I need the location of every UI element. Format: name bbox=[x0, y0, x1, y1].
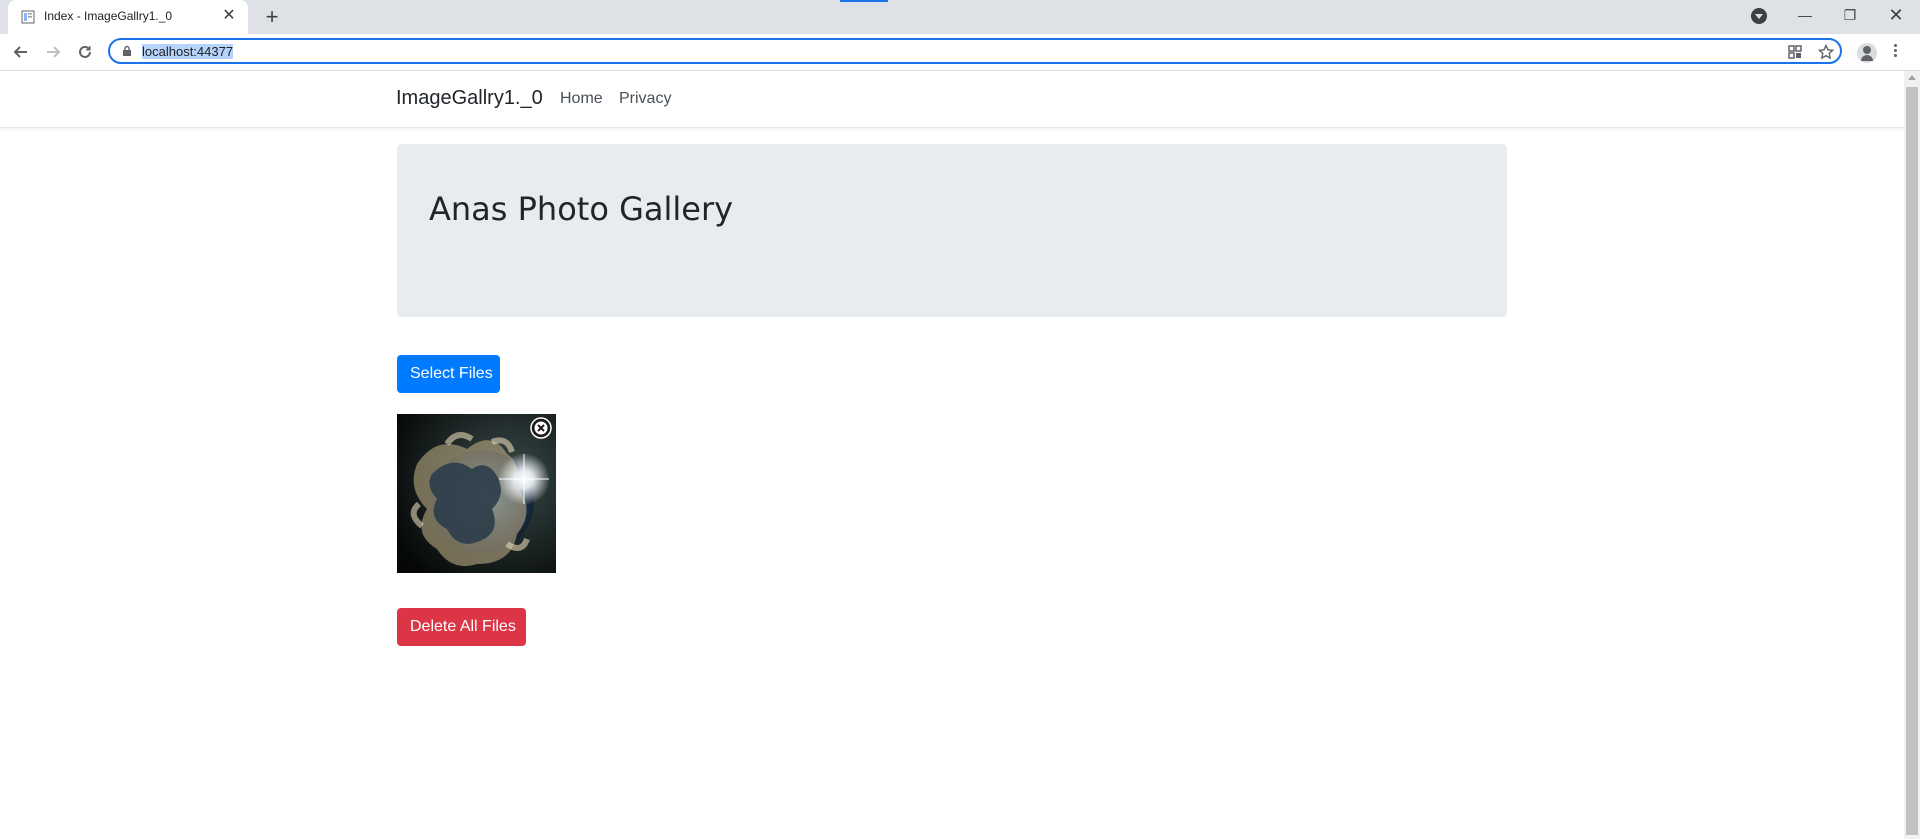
page-scrollbar[interactable] bbox=[1904, 71, 1920, 839]
back-icon[interactable] bbox=[9, 40, 33, 64]
navbar-brand[interactable]: ImageGallry1._0 bbox=[396, 87, 543, 110]
scroll-up-icon[interactable] bbox=[1908, 75, 1916, 80]
browser-tab-strip: Index - ImageGallry1._0 ✕ + — ❐ ✕ bbox=[0, 0, 1920, 34]
new-tab-icon[interactable]: + bbox=[260, 6, 284, 30]
select-files-button[interactable]: Select Files bbox=[397, 355, 500, 393]
tab-search-icon[interactable] bbox=[1751, 8, 1767, 24]
lock-icon[interactable] bbox=[122, 45, 132, 57]
restore-icon[interactable]: ❐ bbox=[1830, 0, 1870, 30]
jumbotron: Anas Photo Gallery bbox=[397, 144, 1507, 317]
remove-image-icon[interactable] bbox=[530, 417, 552, 439]
page-title: Anas Photo Gallery bbox=[429, 190, 734, 228]
site-navbar: ImageGallry1._0 Home Privacy bbox=[0, 71, 1904, 128]
reload-icon[interactable] bbox=[73, 40, 97, 64]
forward-icon[interactable] bbox=[41, 40, 65, 64]
tab-title: Index - ImageGallry1._0 bbox=[44, 9, 173, 23]
nav-link-home[interactable]: Home bbox=[560, 90, 603, 108]
delete-all-files-button[interactable]: Delete All Files bbox=[397, 608, 526, 646]
nav-link-privacy[interactable]: Privacy bbox=[619, 90, 671, 108]
scrollbar-thumb[interactable] bbox=[1906, 87, 1918, 835]
browser-tab[interactable]: Index - ImageGallry1._0 ✕ bbox=[8, 0, 248, 34]
loading-indicator bbox=[840, 0, 888, 2]
page-viewport: ImageGallry1._0 Home Privacy Anas Photo … bbox=[0, 71, 1904, 839]
browser-menu-icon[interactable] bbox=[1892, 42, 1898, 62]
close-tab-icon[interactable]: ✕ bbox=[220, 7, 238, 25]
profile-avatar-icon[interactable] bbox=[1857, 43, 1877, 63]
gallery-image-thumbnail[interactable] bbox=[397, 414, 556, 573]
page-icon bbox=[21, 10, 35, 24]
url-text[interactable]: localhost:44377 bbox=[142, 44, 234, 59]
address-bar[interactable]: localhost:44377 bbox=[108, 38, 1842, 64]
minimize-icon[interactable]: — bbox=[1785, 0, 1825, 30]
close-window-icon[interactable]: ✕ bbox=[1876, 0, 1916, 30]
bookmark-star-icon[interactable] bbox=[1818, 44, 1834, 60]
install-app-icon[interactable] bbox=[1787, 44, 1803, 60]
browser-toolbar: localhost:44377 bbox=[0, 34, 1920, 71]
